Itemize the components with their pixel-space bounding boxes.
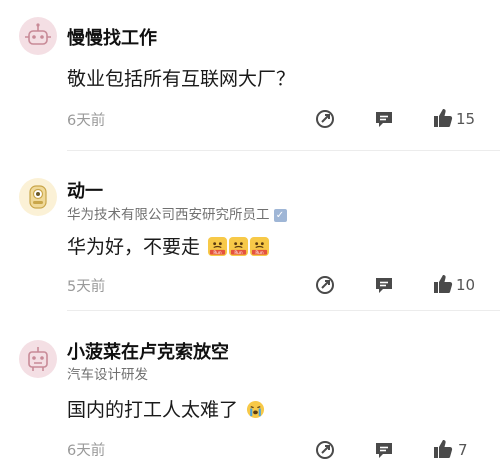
commenter-title: 汽车设计研发 (67, 367, 148, 383)
commenter-name[interactable]: 动一 (67, 177, 103, 203)
comment-item-1: 慢慢找工作 敬业包括所有互联网大厂？ 6天前 15 (0, 0, 500, 151)
robot-avatar-icon (28, 347, 48, 371)
comment-text: 国内的打工人太难了 (67, 395, 265, 422)
comment-icon (376, 112, 392, 127)
comment-item-3: 小菠菜在卢克索放空 汽车设计研发 国内的打工人太难了 6天前 7 (0, 310, 500, 466)
cartoon-avatar-icon (29, 185, 47, 209)
crying-run-emoji-icon: Run (208, 237, 228, 256)
share-button[interactable] (314, 439, 336, 461)
thumbs-up-icon (434, 109, 453, 127)
comment-button[interactable] (373, 439, 395, 461)
commenter-title: 华为技术有限公司西安研究所员工 ✓ (67, 203, 287, 223)
share-button[interactable] (314, 108, 336, 130)
user-avatar[interactable] (19, 17, 57, 55)
comment-text-content: 华为好，不要走 (67, 236, 201, 258)
share-button[interactable] (314, 274, 336, 296)
comment-item-2: 动一 华为技术有限公司西安研究所员工 ✓ 华为好，不要走 Run Run Run … (0, 150, 500, 311)
comment-time: 5天前 (67, 279, 106, 295)
user-avatar[interactable] (19, 340, 57, 378)
comment-text: 敬业包括所有互联网大厂？ (67, 68, 296, 90)
thumbs-up-icon (434, 440, 453, 458)
crying-run-emoji-icon: Run (250, 237, 270, 256)
commenter-title-text: 华为技术有限公司西安研究所员工 (67, 207, 270, 223)
like-button[interactable] (432, 107, 454, 129)
emoji-caption: Run (213, 250, 222, 256)
crying-face-emoji-icon (247, 400, 265, 419)
like-button[interactable] (432, 273, 454, 295)
thumbs-up-icon (434, 275, 453, 293)
comment-text-content: 国内的打工人太难了 (67, 399, 239, 421)
like-count: 15 (456, 110, 476, 128)
share-icon (316, 110, 334, 128)
commenter-name[interactable]: 小菠菜在卢克索放空 (67, 338, 229, 364)
comment-button[interactable] (373, 108, 395, 130)
comment-icon (376, 443, 392, 458)
verified-icon: ✓ (273, 209, 287, 222)
robot-avatar-icon (25, 23, 51, 45)
like-count: 7 (458, 441, 468, 459)
commenter-name[interactable]: 慢慢找工作 (67, 24, 157, 50)
like-button[interactable] (432, 438, 454, 460)
comment-time: 6天前 (67, 113, 106, 129)
crying-run-emoji-icon: Run (229, 237, 249, 256)
comment-button[interactable] (373, 274, 395, 296)
emoji-caption: Run (234, 250, 243, 256)
emoji-caption: Run (255, 250, 264, 256)
comment-time: 6天前 (67, 443, 106, 459)
share-icon (316, 276, 334, 294)
like-count: 10 (456, 276, 476, 294)
user-avatar[interactable] (19, 178, 57, 216)
share-icon (316, 441, 334, 459)
comment-text: 华为好，不要走 Run Run Run (67, 232, 270, 259)
comment-icon (376, 278, 392, 293)
